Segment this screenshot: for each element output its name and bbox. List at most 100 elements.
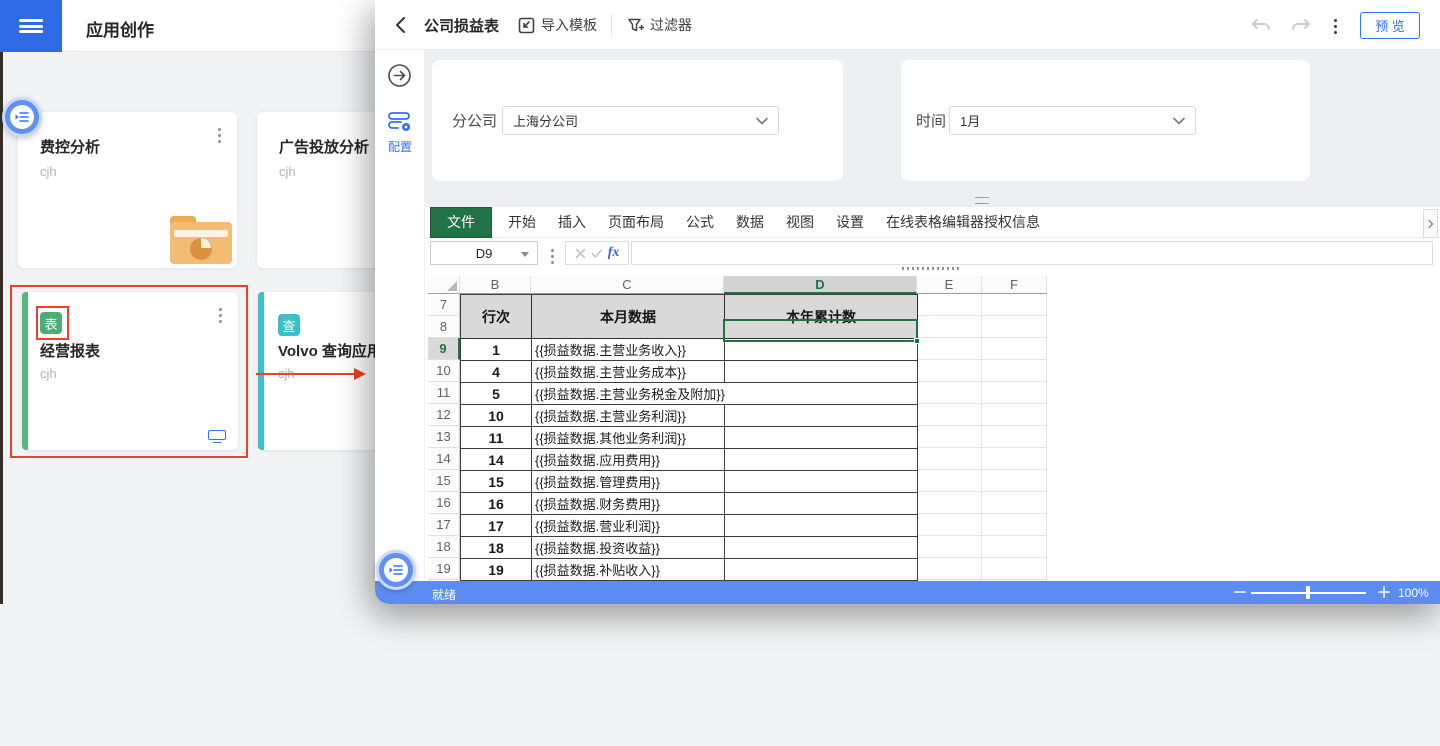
- cell-c19[interactable]: {{损益数据.补贴收入}}: [532, 559, 725, 581]
- collapse-arrow-icon[interactable]: [387, 63, 412, 88]
- cell-d11[interactable]: [725, 383, 918, 405]
- select-all-corner[interactable]: [428, 276, 460, 294]
- cell-d12[interactable]: [725, 405, 918, 427]
- cell-c9[interactable]: {{损益数据.主营业务收入}}: [532, 339, 725, 361]
- cell-c17[interactable]: {{损益数据.营业利润}}: [532, 515, 725, 537]
- header-cell-ytd[interactable]: 本年累计数: [725, 295, 918, 339]
- row-header-18[interactable]: 18: [428, 536, 460, 558]
- floating-panel-toggle-button-bottom[interactable]: [376, 550, 416, 590]
- cancel-entry-icon[interactable]: [575, 248, 586, 259]
- cell-b10[interactable]: 4: [461, 361, 532, 383]
- header-cell-month-data[interactable]: 本月数据: [532, 295, 725, 339]
- row-header-13[interactable]: 13: [428, 426, 460, 448]
- sidebar-item-config[interactable]: 配置: [375, 110, 425, 155]
- app-card-jingying[interactable]: 表 经营报表 cjh: [22, 292, 238, 450]
- fx-icon[interactable]: fx: [608, 245, 620, 261]
- menu-tab-formula[interactable]: 公式: [686, 212, 714, 232]
- row-header-11[interactable]: 11: [428, 382, 460, 404]
- undo-button[interactable]: [1249, 13, 1273, 37]
- column-header-c[interactable]: C: [531, 276, 724, 294]
- cell-d14[interactable]: [725, 449, 918, 471]
- preview-button[interactable]: 预 览: [1360, 12, 1420, 39]
- table-row: 14 {{损益数据.应用费用}}: [461, 449, 918, 471]
- cell-b12[interactable]: 10: [461, 405, 532, 427]
- cell-c16[interactable]: {{损益数据.财务费用}}: [532, 493, 725, 515]
- spreadsheet-grid[interactable]: B C D E F 7 8 9 10 11 12 13 14 15 16 17 …: [425, 276, 1440, 581]
- column-header-f[interactable]: F: [982, 276, 1047, 294]
- cell-d19[interactable]: [725, 559, 918, 581]
- toolbar-divider: [611, 14, 612, 36]
- cell-b9[interactable]: 1: [461, 339, 532, 361]
- row-header-8[interactable]: 8: [428, 316, 460, 338]
- filter-button[interactable]: 过滤器: [627, 13, 692, 37]
- cell-d18[interactable]: [725, 537, 918, 559]
- zoom-slider-thumb[interactable]: [1306, 586, 1310, 599]
- cell-d16[interactable]: [725, 493, 918, 515]
- row-header-14[interactable]: 14: [428, 448, 460, 470]
- cell-c18[interactable]: {{损益数据.投资收益}}: [532, 537, 725, 559]
- menu-tab-license[interactable]: 在线表格编辑器授权信息: [886, 212, 1040, 232]
- cell-d15[interactable]: [725, 471, 918, 493]
- row-header-17[interactable]: 17: [428, 514, 460, 536]
- menu-tab-settings[interactable]: 设置: [836, 212, 864, 232]
- column-header-b[interactable]: B: [460, 276, 531, 294]
- menu-tab-data[interactable]: 数据: [736, 212, 764, 232]
- column-header-e[interactable]: E: [917, 276, 982, 294]
- confirm-entry-icon[interactable]: [591, 248, 603, 259]
- cell-b11[interactable]: 5: [461, 383, 532, 405]
- hamburger-menu-button[interactable]: [0, 0, 62, 52]
- menu-tab-layout[interactable]: 页面布局: [608, 212, 664, 232]
- card-menu-button[interactable]: [215, 304, 226, 327]
- row-header-15[interactable]: 15: [428, 470, 460, 492]
- zoom-out-button[interactable]: [1233, 585, 1247, 599]
- cell-d9-selected[interactable]: [725, 339, 918, 361]
- redo-button[interactable]: [1289, 13, 1313, 37]
- cell-d17[interactable]: [725, 515, 918, 537]
- back-button[interactable]: [391, 14, 413, 36]
- menu-overflow-button[interactable]: [1423, 209, 1438, 238]
- cell-b19[interactable]: 19: [461, 559, 532, 581]
- cell-c12[interactable]: {{损益数据.主营业务利润}}: [532, 405, 725, 427]
- cell-name-box[interactable]: D9: [430, 241, 538, 265]
- floating-panel-toggle-button[interactable]: [2, 97, 42, 137]
- header-cell-hangci[interactable]: 行次: [461, 295, 532, 339]
- cell-b13[interactable]: 11: [461, 427, 532, 449]
- cell-c10[interactable]: {{损益数据.主营业务成本}}: [532, 361, 725, 383]
- row-header-19[interactable]: 19: [428, 558, 460, 580]
- row-header-9-selected[interactable]: 9: [428, 338, 460, 360]
- formula-input[interactable]: [631, 241, 1433, 265]
- time-select[interactable]: 1月: [949, 106, 1196, 135]
- cell-c11[interactable]: {{损益数据.主营业务税金及附加}}: [532, 383, 725, 405]
- menu-tab-view[interactable]: 视图: [786, 212, 814, 232]
- resize-handle[interactable]: [975, 197, 989, 204]
- column-resize-handle[interactable]: [902, 267, 960, 270]
- cell-b18[interactable]: 18: [461, 537, 532, 559]
- cell-b17[interactable]: 17: [461, 515, 532, 537]
- cell-b16[interactable]: 16: [461, 493, 532, 515]
- row-header-7[interactable]: 7: [428, 294, 460, 316]
- row-header-16[interactable]: 16: [428, 492, 460, 514]
- cell-c13[interactable]: {{损益数据.其他业务利润}}: [532, 427, 725, 449]
- app-card-feikong[interactable]: 费控分析 cjh: [18, 112, 237, 268]
- cell-d10[interactable]: [725, 361, 918, 383]
- row-header-12[interactable]: 12: [428, 404, 460, 426]
- menu-tab-insert[interactable]: 插入: [558, 212, 586, 232]
- branch-select[interactable]: 上海分公司: [502, 106, 779, 135]
- formula-bar-menu[interactable]: [547, 245, 558, 268]
- fill-handle[interactable]: [914, 338, 920, 344]
- menu-tab-file[interactable]: 文件: [430, 207, 492, 238]
- branch-filter-card: 分公司 上海分公司: [432, 60, 843, 181]
- cell-c15[interactable]: {{损益数据.管理费用}}: [532, 471, 725, 493]
- column-header-d-selected[interactable]: D: [724, 276, 917, 294]
- menu-tab-home[interactable]: 开始: [508, 212, 536, 232]
- zoom-in-button[interactable]: [1377, 585, 1391, 599]
- cell-c14[interactable]: {{损益数据.应用费用}}: [532, 449, 725, 471]
- empty-cells-grid[interactable]: [917, 294, 1047, 580]
- row-header-10[interactable]: 10: [428, 360, 460, 382]
- card-menu-button[interactable]: [214, 124, 225, 147]
- cell-b14[interactable]: 14: [461, 449, 532, 471]
- cell-b15[interactable]: 15: [461, 471, 532, 493]
- cell-d13[interactable]: [725, 427, 918, 449]
- more-actions-button[interactable]: [1330, 15, 1341, 38]
- import-template-button[interactable]: 导入模板: [518, 13, 597, 37]
